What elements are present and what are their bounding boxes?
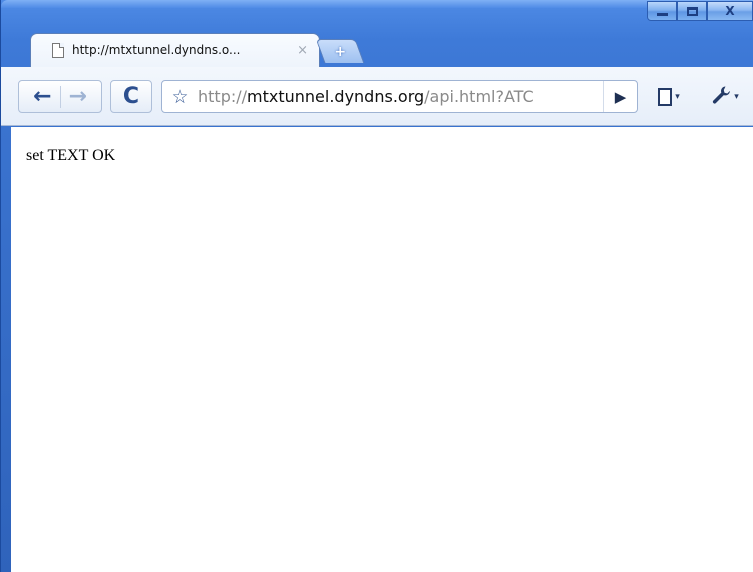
url-scheme: http:// xyxy=(198,87,248,106)
back-button[interactable]: ← xyxy=(33,85,51,108)
page-icon xyxy=(52,42,64,58)
reload-button[interactable]: C xyxy=(110,80,152,113)
minimize-button[interactable] xyxy=(647,1,677,21)
page-menu-icon xyxy=(658,88,673,106)
window-controls: X xyxy=(647,1,753,21)
response-text: set TEXT OK xyxy=(26,147,116,164)
minimize-icon xyxy=(656,13,668,16)
go-button[interactable]: ▶ xyxy=(603,81,637,112)
reload-icon: C xyxy=(122,84,140,109)
wrench-icon xyxy=(711,85,731,110)
maximize-icon xyxy=(686,6,698,16)
chevron-down-icon: ▾ xyxy=(734,92,739,102)
url-path: /api.html?ATC xyxy=(424,87,534,106)
tab-title: http://mtxtunnel.dyndns.o... xyxy=(72,43,241,57)
new-tab-button[interactable]: + xyxy=(315,39,365,63)
browser-tab-content[interactable]: http://mtxtunnel.dyndns.o... × xyxy=(30,33,320,67)
maximize-button[interactable] xyxy=(677,1,707,21)
url-host: mtxtunnel.dyndns.org xyxy=(247,87,425,106)
close-icon: X xyxy=(725,4,735,18)
page-content: set TEXT OK xyxy=(11,127,753,572)
url-text[interactable]: http://mtxtunnel.dyndns.org/api.html?ATC xyxy=(198,87,603,106)
chevron-down-icon: ▾ xyxy=(675,92,680,102)
divider xyxy=(59,85,61,108)
address-bar[interactable]: ☆ http://mtxtunnel.dyndns.org/api.html?A… xyxy=(161,80,638,113)
tab-close-icon[interactable]: × xyxy=(297,43,308,58)
tools-menu-button[interactable]: ▾ xyxy=(700,84,750,110)
close-window-button[interactable]: X xyxy=(707,1,753,21)
forward-button[interactable]: → xyxy=(69,85,87,108)
play-icon: ▶ xyxy=(614,87,627,106)
back-forward-group: ← → xyxy=(18,80,102,113)
bookmark-star-icon[interactable]: ☆ xyxy=(162,86,198,108)
plus-icon: + xyxy=(334,43,347,60)
page-menu-button[interactable]: ▾ xyxy=(645,84,693,110)
